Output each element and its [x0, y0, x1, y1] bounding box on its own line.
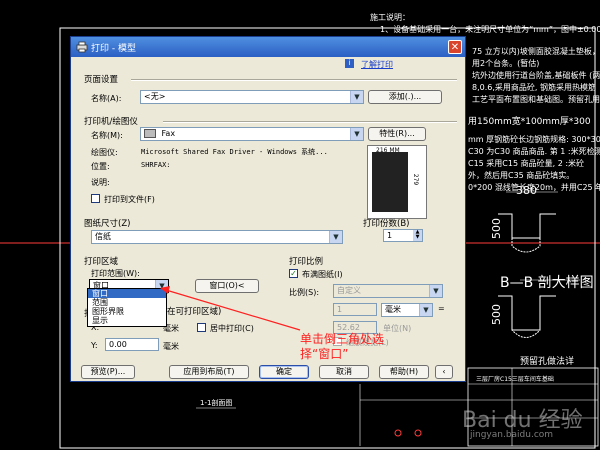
watermark-url: jingyan.baidu.com [470, 430, 554, 440]
annotation-line: 单击倒三角处选 [300, 332, 385, 346]
annotation-arrow [160, 286, 301, 331]
annotation-line: 择“窗口” [300, 347, 349, 361]
annotation-text: 单击倒三角处选 择“窗口” [300, 332, 384, 362]
